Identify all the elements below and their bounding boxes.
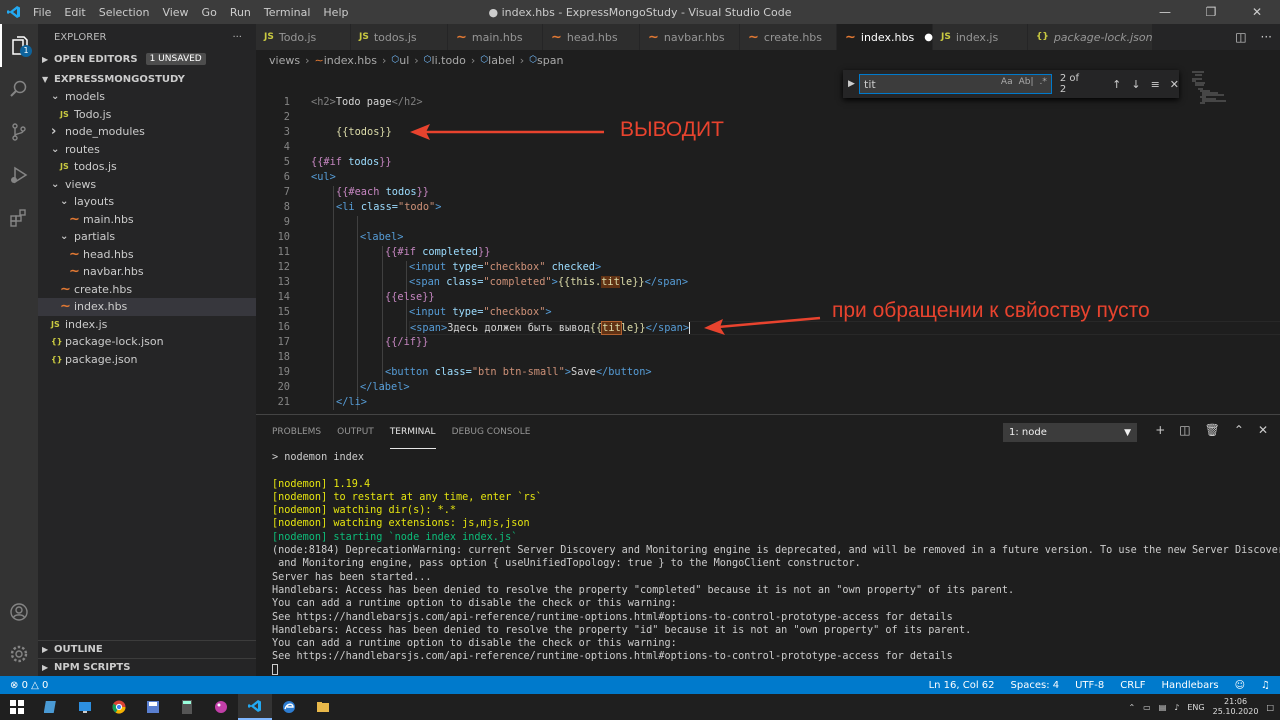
- browser-icon[interactable]: [272, 694, 306, 720]
- battery-icon[interactable]: ▭: [1143, 703, 1151, 712]
- chevron-down-icon: ▼: [1124, 427, 1131, 438]
- terminal-line: Handlebars: Access has been denied to re…: [272, 584, 1015, 596]
- terminal-output[interactable]: > nodemon index [nodemon] 1.19.4 [nodemon]…: [272, 451, 1280, 677]
- tab-terminal[interactable]: TERMINAL: [389, 415, 436, 449]
- warnings-count: 0: [42, 679, 49, 691]
- terminal-select-value: 1: node: [1009, 427, 1047, 438]
- chevron-up-icon[interactable]: ⌃: [1128, 703, 1135, 712]
- feedback-icon[interactable]: ☺: [1235, 680, 1245, 691]
- action-center-icon[interactable]: □: [1266, 703, 1274, 712]
- clock-time: 21:06: [1224, 697, 1248, 706]
- save-app-icon[interactable]: [136, 694, 170, 720]
- error-icon: ⊗: [10, 679, 19, 691]
- arrow-1: [410, 124, 604, 140]
- terminal-line: > nodemon index: [272, 452, 365, 463]
- monitor-app-icon[interactable]: [68, 694, 102, 720]
- terminal-line: [nodemon] 1.19.4: [272, 478, 371, 490]
- chrome-icon[interactable]: [102, 694, 136, 720]
- windows-taskbar: ⌃ ▭ ▤ ♪ ENG 21:06 25.10.2020 □: [0, 694, 1280, 720]
- cursor-position[interactable]: Ln 16, Col 62: [929, 680, 995, 691]
- clock-date: 25.10.2020: [1212, 707, 1259, 716]
- errors-status[interactable]: ⊗ 0 △ 0: [10, 680, 48, 691]
- status-bar: ⊗ 0 △ 0 Ln 16, Col 62 Spaces: 4 UTF-8 CR…: [0, 676, 1280, 694]
- end-of-line[interactable]: CRLF: [1120, 680, 1145, 691]
- terminal-line: Handlebars: Access has been denied to re…: [272, 624, 972, 636]
- system-tray: ⌃ ▭ ▤ ♪ ENG 21:06 25.10.2020 □: [1128, 694, 1280, 720]
- calculator-icon[interactable]: [170, 694, 204, 720]
- annotation-label-outputs: ВЫВОДИТ: [620, 118, 724, 141]
- terminal-line: See https://handlebarsjs.com/api-referen…: [272, 651, 953, 663]
- maximize-panel-icon[interactable]: ⌃: [1234, 423, 1244, 437]
- terminal-line: You can add a runtime option to disable …: [272, 598, 677, 610]
- terminal-line: (node:8184) DeprecationWarning: current …: [272, 545, 1280, 557]
- arrow-2: [704, 316, 821, 335]
- terminal-line: See https://handlebarsjs.com/api-referen…: [272, 611, 953, 623]
- indentation[interactable]: Spaces: 4: [1011, 680, 1060, 691]
- trash-icon[interactable]: 🗑: [1205, 423, 1220, 437]
- terminal-line: [nodemon] to restart at any time, enter …: [272, 491, 542, 503]
- warning-icon: △: [31, 679, 39, 691]
- file-explorer-icon[interactable]: [306, 694, 340, 720]
- keyboard-language[interactable]: ENG: [1187, 703, 1204, 712]
- notifications-bell-icon[interactable]: ♫: [1261, 680, 1270, 691]
- tab-debug-console[interactable]: DEBUG CONSOLE: [452, 415, 531, 449]
- close-panel-icon[interactable]: ✕: [1258, 423, 1268, 437]
- bottom-panel: PROBLEMS OUTPUT TERMINAL DEBUG CONSOLE 1…: [256, 414, 1280, 676]
- encoding[interactable]: UTF-8: [1075, 680, 1104, 691]
- tab-problems[interactable]: PROBLEMS: [272, 415, 321, 449]
- language-mode[interactable]: Handlebars: [1162, 680, 1219, 691]
- paint-app-icon[interactable]: [204, 694, 238, 720]
- terminal-line: Server has been started...: [272, 571, 432, 583]
- split-terminal-icon[interactable]: ◫: [1179, 423, 1190, 437]
- vscode-taskbar-icon[interactable]: [238, 694, 272, 720]
- notes-app-icon[interactable]: [34, 694, 68, 720]
- annotation-label-empty: при обращении к свйоству пусто: [832, 299, 1150, 322]
- windows-start-icon[interactable]: [0, 694, 34, 720]
- errors-count: 0: [21, 679, 28, 691]
- volume-icon[interactable]: ♪: [1174, 703, 1179, 712]
- clock[interactable]: 21:06 25.10.2020: [1213, 697, 1259, 717]
- terminal-line: [nodemon] watching dir(s): *.*: [272, 505, 457, 517]
- terminal-select[interactable]: 1: node ▼: [1003, 423, 1137, 442]
- tab-output[interactable]: OUTPUT: [337, 415, 374, 449]
- terminal-line: You can add a runtime option to disable …: [272, 638, 677, 650]
- terminal-cursor: [272, 664, 278, 676]
- terminal-line: [nodemon] starting `node index index.js`: [272, 531, 518, 543]
- terminal-line: and Monitoring engine, pass option { use…: [272, 558, 861, 570]
- network-icon[interactable]: ▤: [1159, 703, 1167, 712]
- terminal-line: [nodemon] watching extensions: js,mjs,js…: [272, 518, 530, 530]
- new-terminal-icon[interactable]: +: [1155, 423, 1165, 437]
